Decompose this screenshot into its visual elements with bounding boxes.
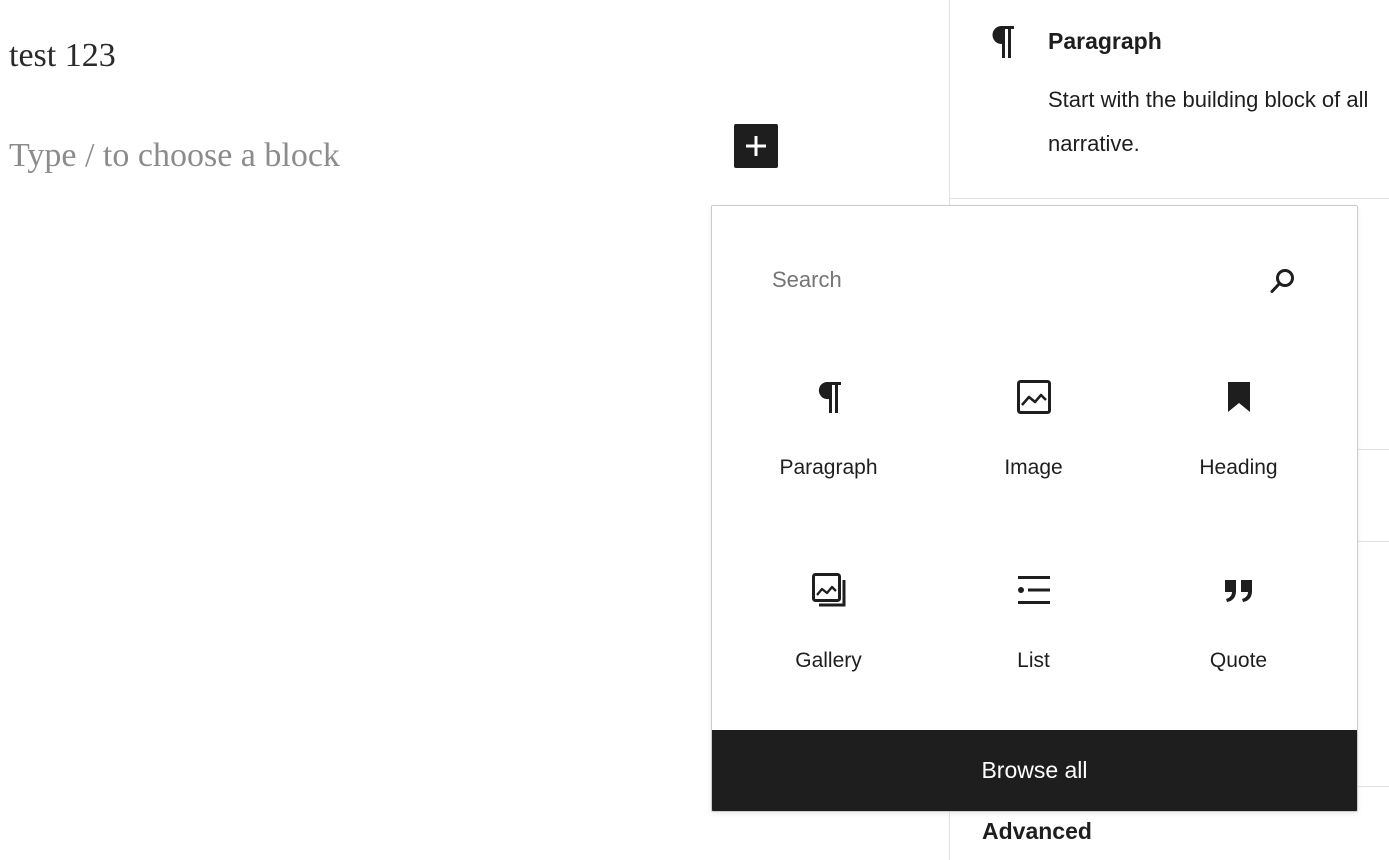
search-icon <box>1270 269 1294 293</box>
block-item-quote[interactable]: Quote <box>1136 549 1341 709</box>
block-item-label: Image <box>1004 456 1063 479</box>
search-input[interactable] <box>756 250 1312 310</box>
block-item-label: Gallery <box>795 649 862 672</box>
block-card: Paragraph Start with the building block … <box>950 0 1389 199</box>
block-item-label: Quote <box>1209 649 1268 672</box>
quick-inserter-popover: Paragraph Image Heading Gallery <box>711 205 1358 812</box>
block-item-label: List <box>1017 649 1050 672</box>
block-card-description: Start with the building block of all nar… <box>1048 87 1369 156</box>
block-item-label: Heading <box>1199 456 1278 479</box>
block-item-gallery[interactable]: Gallery <box>726 549 931 709</box>
paragraph-icon <box>992 26 1014 58</box>
add-block-button[interactable] <box>734 124 778 168</box>
quote-icon <box>1225 580 1252 602</box>
gallery-icon <box>812 573 846 607</box>
block-placeholder[interactable]: Type / to choose a block <box>9 134 340 178</box>
bookmark-icon <box>1228 382 1250 412</box>
block-card-title: Paragraph <box>1048 28 1162 54</box>
paragraph-icon <box>818 382 841 413</box>
block-item-paragraph[interactable]: Paragraph <box>726 356 931 516</box>
block-item-heading[interactable]: Heading <box>1136 356 1341 516</box>
block-item-list[interactable]: List <box>931 549 1136 709</box>
block-item-label: Paragraph <box>779 456 878 479</box>
plus-icon <box>746 136 766 156</box>
image-icon <box>1017 380 1051 414</box>
search-field <box>756 250 1312 310</box>
list-icon <box>1018 576 1050 604</box>
browse-all-button[interactable]: Browse all <box>712 730 1357 811</box>
advanced-panel-toggle[interactable]: Advanced <box>982 818 1092 845</box>
post-title[interactable]: test 123 <box>9 36 116 76</box>
block-item-image[interactable]: Image <box>931 356 1136 516</box>
